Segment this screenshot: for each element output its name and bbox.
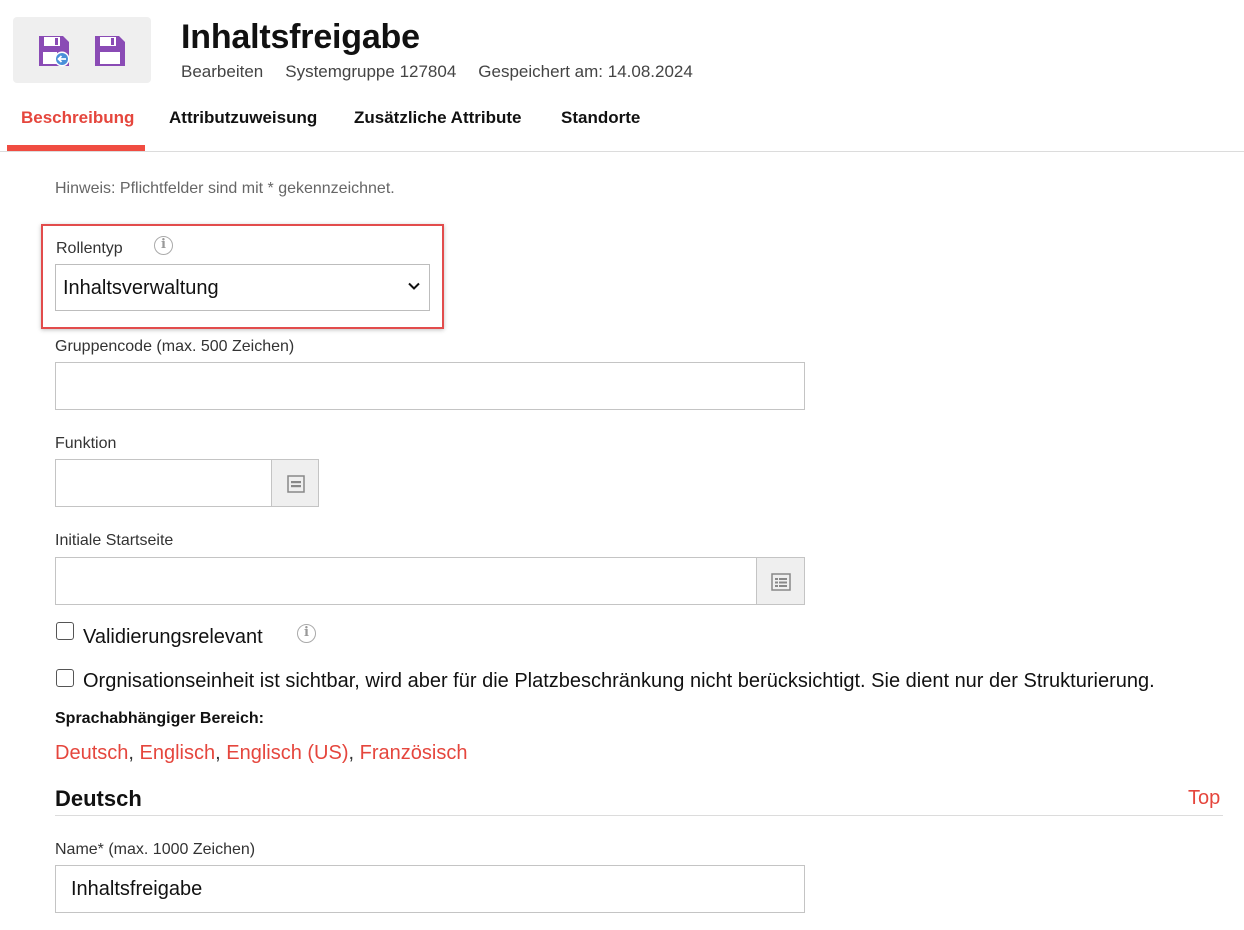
section-title-deutsch: Deutsch xyxy=(55,786,142,811)
info-icon[interactable]: i xyxy=(154,236,173,255)
name-input[interactable] xyxy=(55,865,805,913)
meta-mode: Bearbeiten xyxy=(181,62,264,81)
page-title: Inhaltsfreigabe xyxy=(181,18,420,56)
validierung-label: Validierungsrelevant xyxy=(83,626,263,648)
rollentyp-select[interactable]: Inhaltsverwaltung xyxy=(55,264,430,311)
funktion-picker-button[interactable] xyxy=(271,459,319,507)
sprach-label: Sprachabhängiger Bereich: xyxy=(55,710,264,727)
chevron-down-icon xyxy=(408,282,420,290)
rollentyp-value: Inhaltsverwaltung xyxy=(63,277,219,299)
validierung-checkbox[interactable] xyxy=(56,622,74,640)
tab-bar: Beschreibung Attributzuweisung Zusätzlic… xyxy=(0,97,1244,152)
top-link[interactable]: Top xyxy=(1188,787,1220,810)
required-hint: Hinweis: Pflichtfelder sind mit * gekenn… xyxy=(55,180,395,197)
section-divider xyxy=(55,815,1223,816)
funktion-input[interactable] xyxy=(55,459,272,507)
language-links: Deutsch, Englisch, Englisch (US), Franzö… xyxy=(55,742,468,764)
tab-beschreibung[interactable]: Beschreibung xyxy=(21,97,134,151)
tab-zusaetzliche-attribute[interactable]: Zusätzliche Attribute xyxy=(354,97,522,151)
save-icon[interactable] xyxy=(93,34,127,68)
orgeinheit-label: Orgnisationseinheit ist sichtbar, wird a… xyxy=(83,670,1155,692)
rollentyp-label: Rollentyp xyxy=(56,240,123,257)
meta-systemgroup: Systemgruppe 127804 xyxy=(285,62,457,81)
lang-link-deutsch[interactable]: Deutsch xyxy=(55,742,128,764)
funktion-label: Funktion xyxy=(55,435,117,452)
name-label: Name* (max. 1000 Zeichen) xyxy=(55,841,256,858)
lang-link-englisch-us[interactable]: Englisch (US) xyxy=(226,742,348,764)
tab-standorte[interactable]: Standorte xyxy=(561,97,640,151)
startseite-picker-button[interactable] xyxy=(756,557,805,605)
startseite-label: Initiale Startseite xyxy=(55,532,174,549)
save-toolbar xyxy=(13,17,151,83)
gruppencode-label: Gruppencode (max. 500 Zeichen) xyxy=(55,338,295,355)
lang-link-franzoesisch[interactable]: Französisch xyxy=(360,742,468,764)
startseite-input[interactable] xyxy=(55,557,757,605)
orgeinheit-checkbox[interactable] xyxy=(56,669,74,687)
lang-link-englisch[interactable]: Englisch xyxy=(140,742,216,764)
list-icon xyxy=(771,573,791,591)
page-meta: Bearbeiten Systemgruppe 127804 Gespeichert… xyxy=(181,62,715,82)
info-icon[interactable]: i xyxy=(297,624,316,643)
active-tab-indicator xyxy=(7,145,145,151)
meta-saved: Gespeichert am: 14.08.2024 xyxy=(478,62,693,81)
gruppencode-input[interactable] xyxy=(55,362,805,410)
tab-attributzuweisung[interactable]: Attributzuweisung xyxy=(169,97,317,151)
save-and-return-icon[interactable] xyxy=(37,34,71,68)
list-picker-icon xyxy=(287,475,305,493)
